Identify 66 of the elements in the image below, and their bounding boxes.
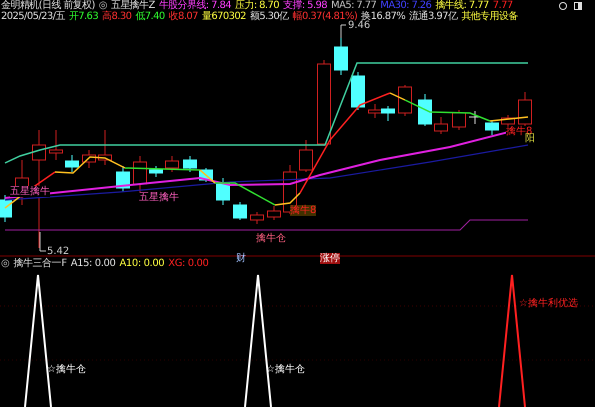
header-text: 擒牛三合一F xyxy=(13,258,67,269)
header-text: 7.77 xyxy=(492,0,513,11)
candle xyxy=(299,140,313,172)
candle xyxy=(82,150,96,168)
low-price-label: 5.42 xyxy=(47,246,70,257)
candle xyxy=(165,156,179,172)
leader-line xyxy=(340,24,346,38)
candle xyxy=(133,156,147,192)
header-text: A10: 0.00 xyxy=(119,258,164,269)
signal-tag: 擒牛8 xyxy=(290,205,316,216)
header-text: 支撑: 5.98 xyxy=(283,0,328,11)
header-text: 流通3.97亿 xyxy=(409,11,458,22)
finance-marker: 财 xyxy=(236,253,246,264)
circle-icon[interactable] xyxy=(559,2,567,10)
signal-label: 五星擒牛 xyxy=(139,192,179,203)
cross-icon xyxy=(468,110,482,124)
candle xyxy=(49,130,63,160)
header-text: A15: 0.00 xyxy=(70,258,116,269)
header-text: 低7.40 xyxy=(135,11,165,22)
header-text: 高8.30 xyxy=(102,11,132,22)
candle xyxy=(233,202,247,220)
header-text: 量670302 xyxy=(202,11,246,22)
candle xyxy=(485,120,499,136)
header-text: ◎ xyxy=(98,0,107,11)
leader-line xyxy=(40,232,46,252)
header-text: 2025/05/23/五 xyxy=(1,11,65,22)
high-price-label: 9.46 xyxy=(348,20,370,31)
signal-label: ☆擒牛利优选 xyxy=(519,298,578,309)
candle xyxy=(183,156,197,172)
header-text: 牛股分界线: 7.84 xyxy=(158,0,232,11)
candle xyxy=(250,212,264,224)
signal-label: 五星擒牛 xyxy=(10,186,50,197)
candle xyxy=(334,38,348,76)
candle xyxy=(351,72,365,110)
candle xyxy=(116,166,130,192)
candle xyxy=(149,166,163,178)
candle xyxy=(216,178,230,206)
candle xyxy=(434,116,448,134)
window-icon[interactable] xyxy=(574,2,582,10)
header-text: 金明精机(日线 前复权) xyxy=(1,0,95,11)
header-text: 换16.87% xyxy=(361,11,406,22)
candle xyxy=(452,110,466,130)
candle xyxy=(418,94,432,126)
header-text: XG: 0.00 xyxy=(168,258,208,269)
candle xyxy=(98,130,112,166)
header-text: 开7.63 xyxy=(68,11,98,22)
header-text: ◎ xyxy=(1,258,10,269)
header-text: MA5: 7.77 xyxy=(331,0,376,11)
position-label: 擒牛仓 xyxy=(256,233,286,244)
header-text: 压力: 8.70 xyxy=(235,0,280,11)
candle xyxy=(0,194,12,222)
header-text: 五星擒牛Z xyxy=(110,0,155,11)
candle xyxy=(381,106,395,122)
header-text: MA30: 7.26 xyxy=(380,0,432,11)
candle xyxy=(518,92,532,126)
header-text: 收8.07 xyxy=(168,11,198,22)
candle xyxy=(65,154,79,172)
header-text: 其他专用设备 xyxy=(461,11,518,22)
signal-label: ☆擒牛仓 xyxy=(47,364,86,375)
candle xyxy=(398,84,412,116)
limit-up-marker: 涨停 xyxy=(320,253,340,264)
candle xyxy=(267,206,281,220)
header-text: 擒牛线: 7.77 xyxy=(435,0,489,11)
candle xyxy=(368,104,382,118)
header-text: 幅0.37(4.81%) xyxy=(292,11,358,22)
header-text: 额5.30亿 xyxy=(250,11,289,22)
